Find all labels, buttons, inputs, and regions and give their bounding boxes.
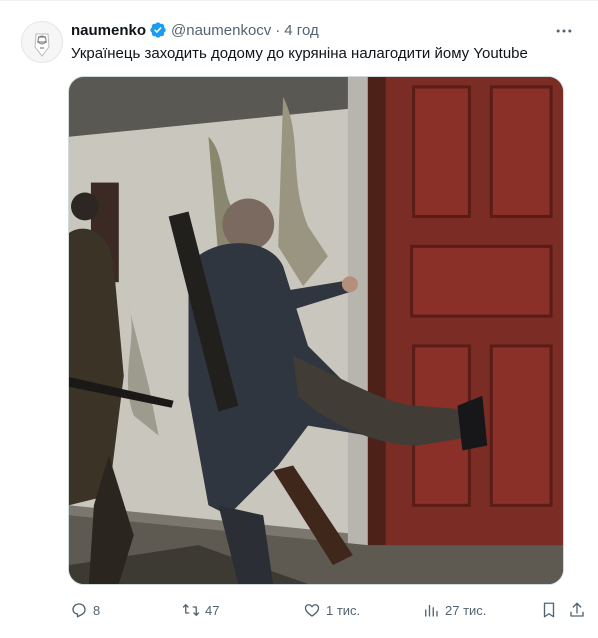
- reply-button[interactable]: 8: [70, 599, 100, 621]
- bookmark-icon: [543, 602, 555, 618]
- bookmark-button[interactable]: [540, 599, 558, 621]
- tweet-text: Українець заходить додому до куряніна на…: [71, 45, 528, 62]
- action-bar: 8 47 1 тис. 27 тис.: [68, 599, 588, 621]
- tweet-video-thumbnail[interactable]: [68, 76, 564, 585]
- separator-dot: ·: [275, 21, 281, 39]
- more-icon[interactable]: [552, 21, 576, 41]
- repost-button[interactable]: 47: [182, 599, 219, 621]
- verified-badge-icon: [149, 21, 167, 39]
- video-frame: [69, 77, 563, 584]
- tweet-header: naumenko @naumenkocv · 4 год: [71, 19, 319, 41]
- views-button[interactable]: 27 тис.: [422, 599, 486, 621]
- share-icon: [570, 602, 584, 617]
- reply-icon: [72, 603, 86, 618]
- heart-icon: [304, 604, 320, 617]
- timestamp[interactable]: 4 год: [284, 22, 318, 39]
- author-handle[interactable]: @naumenkocv: [171, 22, 271, 39]
- avatar-image: [22, 22, 62, 62]
- views-count: 27 тис.: [445, 602, 487, 618]
- like-button[interactable]: 1 тис.: [303, 599, 360, 621]
- author-name[interactable]: naumenko: [71, 22, 146, 39]
- avatar[interactable]: [21, 21, 63, 63]
- reply-count: 8: [93, 602, 101, 618]
- share-button[interactable]: [568, 599, 586, 621]
- like-count: 1 тис.: [326, 602, 361, 618]
- repost-count: 47: [205, 602, 220, 618]
- repost-icon: [182, 604, 200, 616]
- views-icon: [425, 604, 438, 617]
- tweet-card[interactable]: naumenko @naumenkocv · 4 год Українець з…: [0, 0, 598, 638]
